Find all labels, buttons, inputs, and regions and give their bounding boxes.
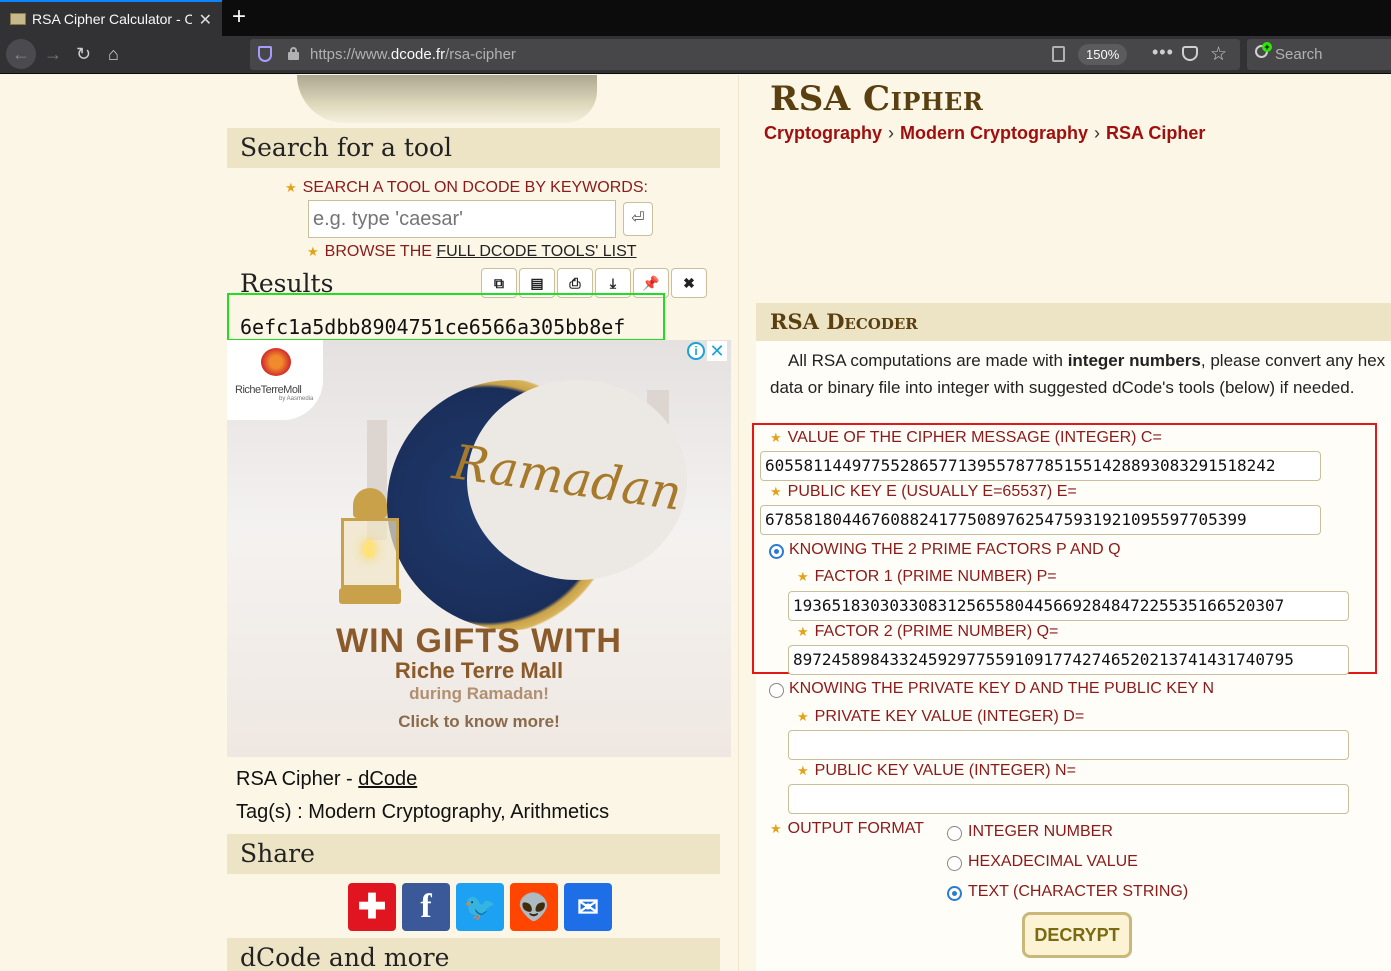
close-results-button[interactable]: ✖ bbox=[671, 268, 707, 298]
new-tab-button[interactable]: + bbox=[232, 4, 246, 30]
factor-p-input[interactable]: 1936518303033083125655804456692848472255… bbox=[788, 591, 1349, 621]
star-icon: ★ bbox=[797, 624, 809, 639]
rsa-decoder-heading: RSA Decoder bbox=[756, 303, 1391, 341]
dcode-link[interactable]: dCode bbox=[358, 768, 417, 790]
browser-search-box[interactable]: + Search bbox=[1247, 39, 1391, 70]
tracking-shield-icon[interactable] bbox=[258, 46, 272, 62]
decoder-intro: All RSA computations are made with integ… bbox=[770, 351, 1386, 397]
breadcrumb: Cryptography › Modern Cryptography › RSA Cip… bbox=[764, 123, 1206, 143]
ad-info-icon[interactable]: i bbox=[687, 342, 705, 360]
star-icon: ★ bbox=[797, 763, 809, 778]
decrypt-button[interactable]: DECRYPT bbox=[1022, 912, 1132, 958]
tool-tags: Tag(s) : Modern Cryptography, Arithmetic… bbox=[236, 801, 610, 823]
page-content: Search for a tool ★ SEARCH A TOOL ON DCOD… bbox=[0, 75, 1391, 971]
page-actions-icon[interactable]: ••• bbox=[1152, 42, 1174, 63]
lantern-image bbox=[335, 488, 405, 608]
close-tab-icon[interactable]: ✕ bbox=[199, 10, 212, 30]
factor-q-input[interactable]: 8972458984332459297755910917742746520213… bbox=[788, 645, 1349, 675]
share-heading: Share bbox=[227, 834, 720, 874]
main-content: RSA Cipher Cryptography › Modern Cryptogra… bbox=[738, 75, 1391, 971]
lock-icon[interactable] bbox=[288, 47, 299, 60]
star-icon: ★ bbox=[770, 821, 782, 836]
ad-subline: during Ramadan! bbox=[409, 684, 549, 703]
zoom-level-badge[interactable]: 150% bbox=[1078, 44, 1128, 65]
mode-dn-label[interactable]: KNOWING THE PRIVATE KEY D AND THE PUBLIC… bbox=[789, 680, 1214, 698]
output-text-radio[interactable] bbox=[947, 886, 962, 901]
cipher-label: ★ VALUE OF THE CIPHER MESSAGE (INTEGER) C… bbox=[770, 429, 1162, 446]
rsa-decoder-form: All RSA computations are made with integ… bbox=[752, 341, 1391, 971]
url-text[interactable]: https://www.dcode.fr/rsa-cipher bbox=[310, 46, 516, 63]
pocket-icon[interactable] bbox=[1182, 46, 1198, 61]
browse-tools-label: ★ BROWSE THE FULL DCODE TOOLS' LIST bbox=[307, 243, 637, 260]
star-icon: ★ bbox=[285, 180, 297, 195]
reload-icon[interactable]: ↻ bbox=[76, 44, 91, 64]
facebook-icon[interactable]: f bbox=[402, 883, 450, 931]
reader-view-icon[interactable] bbox=[1052, 46, 1065, 62]
add-search-engine-icon: + bbox=[1262, 42, 1272, 52]
tab-title: RSA Cipher Calculator - O bbox=[32, 11, 192, 27]
bookmark-star-icon[interactable]: ☆ bbox=[1210, 43, 1227, 66]
output-format-label: ★ OUTPUT FORMAT bbox=[770, 820, 924, 837]
mode-pq-radio[interactable] bbox=[769, 544, 784, 559]
output-text-label[interactable]: TEXT (CHARACTER STRING) bbox=[968, 883, 1188, 901]
output-hex-radio[interactable] bbox=[947, 856, 962, 871]
url-bar[interactable]: https://www.dcode.fr/rsa-cipher 150% •••… bbox=[250, 39, 1240, 70]
output-hex-label[interactable]: HEXADECIMAL VALUE bbox=[968, 853, 1138, 871]
search-submit-button[interactable]: ⏎ bbox=[623, 202, 653, 236]
mode-pq-label[interactable]: KNOWING THE 2 PRIME FACTORS P AND Q bbox=[789, 541, 1121, 559]
output-integer-label[interactable]: INTEGER NUMBER bbox=[968, 823, 1113, 841]
star-icon: ★ bbox=[770, 484, 782, 499]
tab-rsa-cipher[interactable]: RSA Cipher Calculator - O ✕ bbox=[0, 0, 222, 36]
ad-close-icon[interactable]: ✕ bbox=[707, 341, 727, 361]
ad-brand-line: Riche Terre Mall bbox=[394, 658, 564, 683]
dcode-logo[interactable] bbox=[297, 75, 597, 123]
star-icon: ★ bbox=[797, 709, 809, 724]
ad-cta: Click to know more! bbox=[398, 712, 560, 731]
star-icon: ★ bbox=[307, 244, 319, 259]
email-icon[interactable]: ✉ bbox=[564, 883, 612, 931]
ad-brand-logo: RicheTerreMoll by Aasmedia bbox=[227, 340, 323, 420]
full-tools-list-link[interactable]: FULL DCODE TOOLS' LIST bbox=[436, 243, 636, 260]
breadcrumb-rsa-cipher[interactable]: RSA Cipher bbox=[1106, 123, 1205, 143]
output-integer-radio[interactable] bbox=[947, 826, 962, 841]
dcode-more-heading: dCode and more bbox=[227, 938, 720, 971]
cipher-value-input[interactable]: 6055811449775528657713955787785155142889… bbox=[760, 451, 1321, 481]
ad-headline: WIN GIFTS WITH bbox=[336, 622, 622, 660]
page-title: RSA Cipher bbox=[770, 79, 984, 119]
breadcrumb-cryptography[interactable]: Cryptography bbox=[764, 123, 882, 143]
factor-q-label: ★ FACTOR 2 (PRIME NUMBER) Q= bbox=[797, 623, 1059, 640]
result-value: 6efc1a5dbb8904751ce6566a305bb8ef bbox=[240, 315, 626, 339]
ad-logo-mark-icon bbox=[261, 348, 291, 376]
advertisement-banner[interactable]: Ramadan RicheTerreMoll by Aasmedia i ✕ W… bbox=[227, 340, 731, 757]
left-sidebar: Search for a tool ★ SEARCH A TOOL ON DCOD… bbox=[227, 75, 733, 971]
star-icon: ★ bbox=[797, 569, 809, 584]
public-key-n-input[interactable] bbox=[788, 784, 1349, 814]
private-key-d-input[interactable] bbox=[788, 730, 1349, 760]
back-arrow-icon[interactable]: ← bbox=[6, 39, 36, 69]
home-icon[interactable]: ⌂ bbox=[108, 44, 119, 64]
keyword-search-label: ★ SEARCH A TOOL ON DCODE BY KEYWORDS: bbox=[285, 179, 648, 196]
public-key-e-label: ★ PUBLIC KEY E (USUALLY E=65537) E= bbox=[770, 483, 1077, 500]
public-key-e-input[interactable]: 6785818044676088241775089762547593192109… bbox=[760, 505, 1321, 535]
public-key-n-label: ★ PUBLIC KEY VALUE (INTEGER) N= bbox=[797, 762, 1076, 779]
reddit-icon[interactable]: 👽 bbox=[510, 883, 558, 931]
twitter-icon[interactable]: 🐦 bbox=[456, 883, 504, 931]
tool-search-input[interactable] bbox=[308, 200, 616, 238]
breadcrumb-modern-cryptography[interactable]: Modern Cryptography bbox=[900, 123, 1088, 143]
search-tool-heading: Search for a tool bbox=[227, 128, 720, 168]
site-favicon-icon bbox=[10, 13, 26, 25]
forward-arrow-icon[interactable]: → bbox=[44, 44, 62, 64]
factor-p-label: ★ FACTOR 1 (PRIME NUMBER) P= bbox=[797, 568, 1057, 585]
share-plus-icon[interactable]: ✚ bbox=[348, 883, 396, 931]
tab-bar: RSA Cipher Calculator - O ✕ + bbox=[0, 0, 1391, 36]
mode-dn-radio[interactable] bbox=[769, 683, 784, 698]
tool-name: RSA Cipher - dCode bbox=[236, 768, 418, 790]
nav-bar: ← → ↻ ⌂ https://www.dcode.fr/rsa-cipher … bbox=[0, 36, 1391, 74]
browser-search-placeholder: Search bbox=[1275, 46, 1323, 63]
result-output-box: 6efc1a5dbb8904751ce6566a305bb8ef bbox=[227, 293, 665, 341]
private-key-d-label: ★ PRIVATE KEY VALUE (INTEGER) D= bbox=[797, 708, 1085, 725]
star-icon: ★ bbox=[770, 430, 782, 445]
